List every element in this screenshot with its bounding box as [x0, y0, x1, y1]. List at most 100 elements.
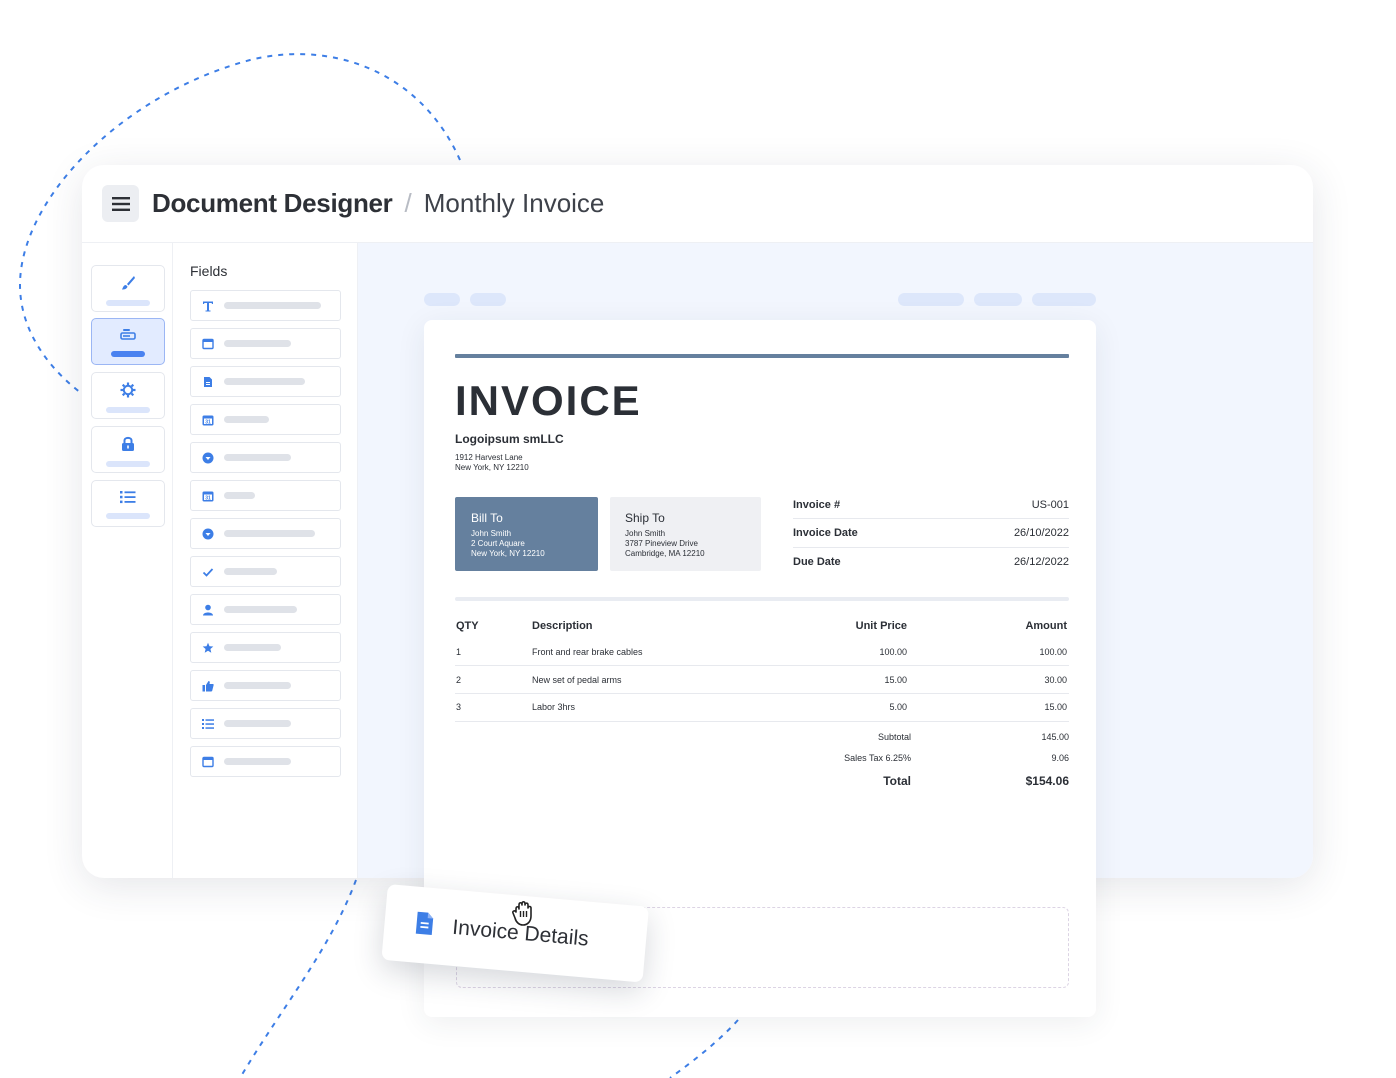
field-label-placeholder [224, 378, 305, 385]
document-icon [413, 910, 435, 941]
row-amount: 15.00 [1044, 702, 1067, 712]
field-label-placeholder [224, 416, 269, 423]
total-label: Total [883, 774, 911, 788]
toolbar-placeholder [470, 293, 506, 306]
text-icon [202, 300, 214, 312]
thumbs-up-icon [202, 680, 214, 692]
row-description: Labor 3hrs [532, 702, 576, 712]
field-item-date[interactable]: 31 [190, 480, 341, 511]
checkmark-icon [202, 566, 214, 578]
field-item-checkbox[interactable] [190, 556, 341, 587]
rail-item-style[interactable] [91, 265, 165, 312]
ship-to-line: 3787 Pineview Drive [625, 539, 698, 548]
row-amount: 100.00 [1039, 647, 1067, 657]
tax-value: 9.06 [1051, 753, 1069, 763]
field-item-user[interactable] [190, 594, 341, 625]
section-divider [455, 597, 1069, 601]
tool-rail [82, 243, 173, 878]
meta-label: Due Date [793, 556, 841, 568]
document-name[interactable]: Monthly Invoice [424, 188, 605, 219]
list-icon [120, 491, 136, 504]
breadcrumb-separator: / [404, 188, 412, 218]
rail-item-label-placeholder [106, 513, 150, 519]
meta-label: Invoice # [793, 499, 841, 511]
field-item-date[interactable]: 31 [190, 404, 341, 435]
row-qty: 2 [456, 675, 462, 685]
toolbar-placeholder [1032, 293, 1096, 306]
field-item-text[interactable] [190, 290, 341, 321]
field-item-dropdown[interactable] [190, 442, 341, 473]
field-label-placeholder [224, 758, 291, 765]
rail-item-label-placeholder [106, 300, 150, 306]
app-title: Document Designer [152, 188, 393, 218]
rail-item-security[interactable] [91, 426, 165, 473]
hamburger-icon [111, 196, 130, 211]
stage: Document Designer / Monthly Invoice Fiel… [0, 0, 1396, 1078]
field-icon [120, 329, 136, 340]
window-icon [202, 756, 214, 768]
ship-to-name: John Smith [625, 529, 666, 538]
field-label-placeholder [224, 606, 297, 613]
field-item-document[interactable] [190, 366, 341, 397]
fields-title: Fields [190, 263, 228, 279]
rail-item-list[interactable] [91, 480, 165, 527]
field-label-placeholder [224, 340, 291, 347]
star-icon [202, 642, 214, 654]
column-header-qty: QTY [456, 620, 479, 632]
row-qty: 3 [456, 702, 462, 712]
field-label-placeholder [224, 530, 315, 537]
grab-cursor-icon [512, 900, 532, 926]
row-description: Front and rear brake cables [532, 647, 643, 657]
invoice-number-row: Invoice # US-001 [793, 491, 1069, 519]
gear-icon [120, 382, 136, 398]
rail-item-settings[interactable] [91, 372, 165, 419]
meta-value: US-001 [1031, 499, 1069, 511]
field-label-placeholder [224, 454, 291, 461]
field-item-window[interactable] [190, 328, 341, 359]
toolbar-placeholder [424, 293, 460, 306]
ship-to-heading: Ship To [625, 511, 665, 525]
document-icon [202, 376, 214, 388]
rail-item-label-placeholder [111, 351, 145, 357]
column-header-amount: Amount [1025, 620, 1067, 632]
rail-item-fields[interactable] [91, 318, 165, 365]
field-item-window[interactable] [190, 746, 341, 777]
subtotal-value: 145.00 [1041, 732, 1069, 742]
window-icon [202, 338, 214, 350]
field-item-like[interactable] [190, 670, 341, 701]
meta-label: Invoice Date [793, 527, 858, 539]
column-header-unit-price: Unit Price [855, 620, 907, 632]
field-label-placeholder [224, 492, 255, 499]
field-label-placeholder [224, 302, 321, 309]
bill-to-line: 2 Court Aquare [471, 539, 525, 548]
meta-value: 26/10/2022 [1013, 527, 1069, 539]
invoice-top-rule [455, 354, 1069, 358]
dropdown-icon [202, 528, 214, 540]
paintbrush-icon [122, 276, 135, 290]
row-unit-price: 100.00 [879, 647, 907, 657]
meta-value: 26/12/2022 [1013, 556, 1069, 568]
subtotal-label: Subtotal [877, 732, 911, 742]
row-unit-price: 5.00 [889, 702, 907, 712]
tax-label: Sales Tax 6.25% [844, 753, 911, 763]
field-item-dropdown[interactable] [190, 518, 341, 549]
fields-panel: Fields 31 31 [173, 243, 358, 878]
app-header: Document Designer / Monthly Invoice [82, 165, 1313, 243]
calendar-icon: 31 [202, 490, 214, 502]
calendar-icon: 31 [202, 414, 214, 426]
field-label-placeholder [224, 720, 291, 727]
company-name: Logoipsum smLLC [455, 432, 564, 446]
ship-to-box: Ship To John Smith 3787 Pineview Drive C… [610, 497, 761, 571]
address-line: New York, NY 12210 [455, 463, 529, 472]
invoice-date-row: Invoice Date 26/10/2022 [793, 519, 1069, 547]
ship-to-line: Cambridge, MA 12210 [625, 549, 705, 558]
row-divider [455, 665, 1069, 666]
rail-item-label-placeholder [106, 407, 150, 413]
address-line: 1912 Harvest Lane [455, 453, 523, 462]
menu-button[interactable] [102, 185, 139, 222]
field-label-placeholder [224, 568, 277, 575]
field-item-list[interactable] [190, 708, 341, 739]
row-qty: 1 [456, 647, 462, 657]
field-item-rating[interactable] [190, 632, 341, 663]
toolbar-placeholder [898, 293, 964, 306]
